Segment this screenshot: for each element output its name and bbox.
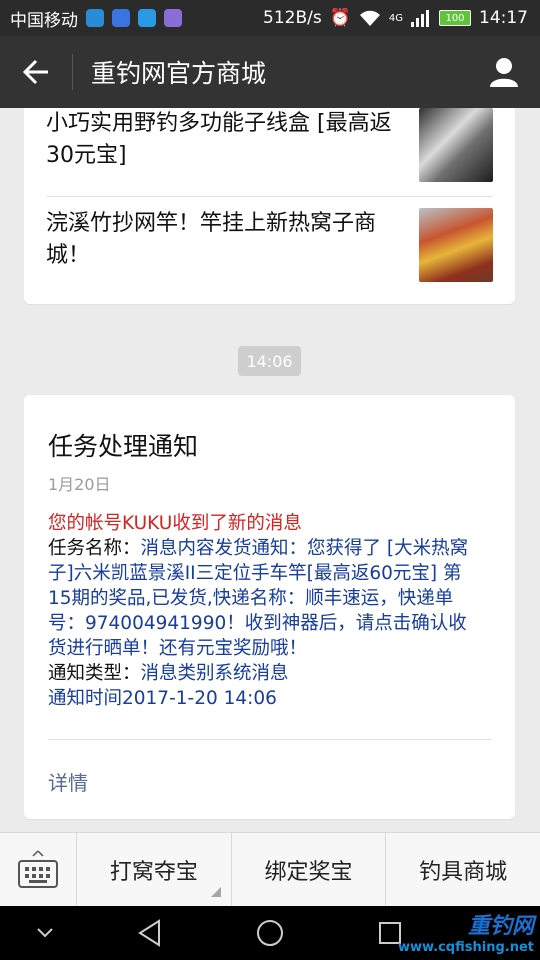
menu-button-dawo-duobao[interactable]: 打窝夺宝 — [77, 833, 232, 907]
network-speed: 512B/s — [263, 8, 322, 28]
chat-icon — [138, 9, 156, 27]
user-icon — [490, 58, 518, 87]
bottom-menu: 打窝夺宝 绑定奖宝 钓具商城 — [0, 832, 540, 907]
nav-back-button[interactable] — [125, 906, 175, 960]
app-notification-icon — [86, 9, 104, 27]
chat-content[interactable]: 小巧实用野钓多功能子线盒 [最高返30元宝] 浣溪竹抄网竿！竿挂上新热窝子商城！… — [0, 108, 540, 832]
clock: 14:17 — [479, 8, 528, 28]
notification-date: 1月20日 — [48, 475, 111, 494]
watermark: 重钓网 www.cqfishing.net — [398, 908, 534, 955]
title-bar: 重钓网官方商城 — [0, 36, 540, 108]
menu-label: 钓具商城 — [419, 860, 508, 885]
type-label: 通知类型： — [48, 663, 141, 684]
details-link[interactable]: 详情 — [48, 767, 88, 796]
notification-card[interactable]: 任务处理通知 1月20日 您的帐号KUKU收到了新的消息 任务名称：消息内容发货… — [24, 395, 515, 819]
divider — [48, 739, 491, 740]
notify-time: 通知时间2017-1-20 14:06 — [48, 688, 277, 709]
notification-title: 任务处理通知 — [48, 432, 199, 461]
type-row: 通知类型：消息类别系统消息 — [48, 661, 483, 686]
nav-dropdown-button[interactable] — [20, 906, 70, 960]
nav-home-button[interactable] — [245, 906, 295, 960]
news-title: 浣溪竹抄网竿！竿挂上新热窝子商城！ — [46, 211, 377, 268]
news-item[interactable]: 浣溪竹抄网竿！竿挂上新热窝子商城！ — [46, 208, 493, 282]
page-title: 重钓网官方商城 — [91, 59, 267, 88]
status-bar: 中国移动 512B/s ⏰ 4G 100 14:17 — [0, 0, 540, 36]
profile-button[interactable] — [468, 36, 540, 108]
news-thumbnail — [419, 208, 493, 282]
news-card: 小巧实用野钓多功能子线盒 [最高返30元宝] 浣溪竹抄网竿！竿挂上新热窝子商城！ — [24, 108, 515, 304]
wifi-icon — [359, 10, 380, 26]
message-time: 14:06 — [238, 346, 301, 376]
notification-headline: 您的帐号KUKU收到了新的消息 — [48, 513, 302, 534]
alarm-icon: ⏰ — [329, 8, 351, 28]
news-title: 小巧实用野钓多功能子线盒 [最高返30元宝] — [46, 111, 392, 168]
menu-label: 打窝夺宝 — [109, 860, 198, 885]
news-thumbnail — [419, 108, 493, 182]
network-type: 4G — [388, 12, 403, 24]
shield-icon — [112, 9, 130, 27]
type-value: 消息类别系统消息 — [140, 663, 289, 684]
watermark-logo: 重钓网 — [467, 914, 534, 939]
divider — [46, 196, 493, 197]
title-divider — [72, 54, 73, 90]
notification-body: 您的帐号KUKU收到了新的消息 任务名称：消息内容发货通知：您获得了 [大米热窝… — [48, 511, 483, 711]
home-circle-icon — [257, 920, 283, 946]
menu-button-tackle-store[interactable]: 钓具商城 — [386, 833, 540, 907]
news-item[interactable]: 小巧实用野钓多功能子线盒 [最高返30元宝] — [46, 108, 493, 182]
task-label: 任务名称： — [48, 538, 141, 559]
submenu-indicator-icon — [210, 887, 221, 897]
back-button[interactable] — [0, 36, 72, 108]
menu-label: 绑定奖宝 — [264, 860, 353, 885]
watermark-url: www.cqfishing.net — [397, 940, 534, 955]
keyboard-icon — [18, 850, 58, 888]
keyboard-toggle-button[interactable] — [0, 833, 77, 907]
chevron-down-icon — [37, 928, 53, 938]
gallery-icon — [164, 9, 182, 27]
battery-indicator: 100 — [439, 10, 471, 26]
menu-button-bind-reward[interactable]: 绑定奖宝 — [232, 833, 387, 907]
carrier-label: 中国移动 — [10, 10, 78, 31]
task-row: 任务名称：消息内容发货通知：您获得了 [大米热窝子]六米凯蓝景溪II三定位手车竿… — [48, 536, 483, 661]
signal-icon — [411, 10, 429, 27]
back-arrow-icon — [22, 59, 48, 85]
triangle-back-icon — [138, 919, 160, 947]
